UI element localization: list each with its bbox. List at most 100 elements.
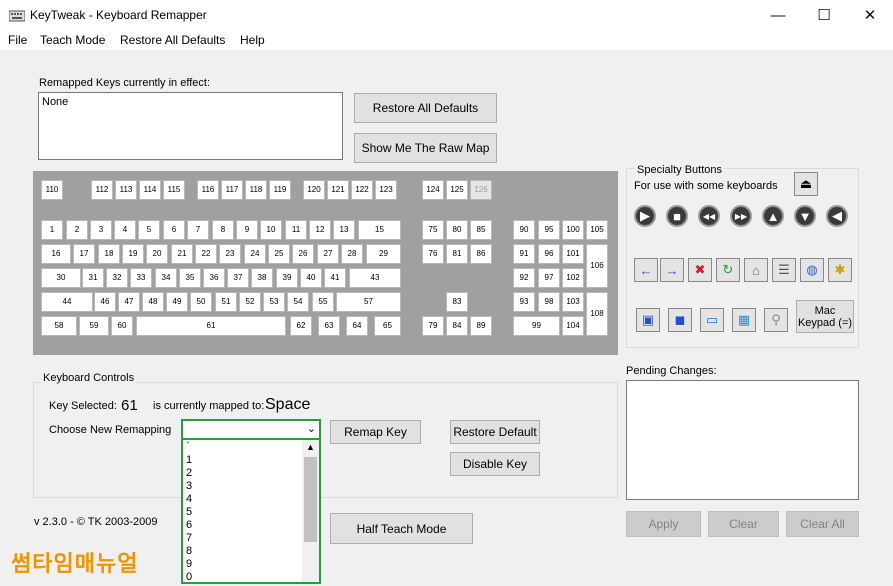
pending-changes-list[interactable] <box>626 380 859 500</box>
key-123[interactable]: 123 <box>375 180 397 200</box>
key-101[interactable]: 101 <box>562 244 584 264</box>
key-32[interactable]: 32 <box>106 268 128 288</box>
key-44[interactable]: 44 <box>41 292 93 312</box>
key-28[interactable]: 28 <box>341 244 363 264</box>
key-11[interactable]: 11 <box>285 220 307 240</box>
key-37[interactable]: 37 <box>227 268 249 288</box>
close-icon[interactable]: ✕ <box>847 0 893 31</box>
fast-forward-icon[interactable]: ▶▶ <box>730 205 752 227</box>
calculator-icon[interactable]: ▦ <box>732 308 756 332</box>
minimize-icon[interactable]: — <box>755 0 801 31</box>
key-95[interactable]: 95 <box>538 220 560 240</box>
dropdown-option[interactable]: 5 <box>186 506 192 519</box>
key-21[interactable]: 21 <box>171 244 193 264</box>
scroll-thumb[interactable] <box>304 457 317 542</box>
dropdown-option[interactable]: 1 <box>186 454 192 467</box>
key-31[interactable]: 31 <box>82 268 104 288</box>
key-97[interactable]: 97 <box>538 268 560 288</box>
menu-teach-mode[interactable]: Teach Mode <box>40 33 105 47</box>
key-24[interactable]: 24 <box>244 244 266 264</box>
key-13[interactable]: 13 <box>333 220 355 240</box>
key-118[interactable]: 118 <box>245 180 267 200</box>
apply-button[interactable]: Apply <box>626 511 701 537</box>
key-30[interactable]: 30 <box>41 268 81 288</box>
favorites-icon[interactable]: ☰ <box>772 258 796 282</box>
key-85[interactable]: 85 <box>470 220 492 240</box>
stop-icon[interactable]: ■ <box>666 205 688 227</box>
search-magnifier-icon[interactable]: ⚲ <box>764 308 788 332</box>
key-58[interactable]: 58 <box>41 316 77 336</box>
web-globe-icon[interactable]: ◍ <box>800 258 824 282</box>
play-icon[interactable]: ▶ <box>634 205 656 227</box>
key-39[interactable]: 39 <box>276 268 298 288</box>
disable-key-button[interactable]: Disable Key <box>450 452 540 476</box>
key-15[interactable]: 15 <box>358 220 401 240</box>
key-96[interactable]: 96 <box>538 244 560 264</box>
dropdown-option[interactable]: ` <box>186 441 190 454</box>
key-29[interactable]: 29 <box>366 244 401 264</box>
key-106[interactable]: 106 <box>586 244 608 288</box>
key-10[interactable]: 10 <box>260 220 282 240</box>
key-62[interactable]: 62 <box>290 316 312 336</box>
refresh-icon[interactable]: ↻ <box>716 258 740 282</box>
key-98[interactable]: 98 <box>538 292 560 312</box>
key-112[interactable]: 112 <box>91 180 113 200</box>
key-7[interactable]: 7 <box>187 220 209 240</box>
key-89[interactable]: 89 <box>470 316 492 336</box>
dropdown-scrollbar[interactable]: ▲ <box>302 440 319 582</box>
key-84[interactable]: 84 <box>446 316 468 336</box>
key-41[interactable]: 41 <box>324 268 346 288</box>
key-83[interactable]: 83 <box>446 292 468 312</box>
key-64[interactable]: 64 <box>346 316 368 336</box>
scroll-up-icon[interactable]: ▲ <box>302 440 319 455</box>
dropdown-option[interactable]: 6 <box>186 519 192 532</box>
home-icon[interactable]: ⌂ <box>744 258 768 282</box>
key-25[interactable]: 25 <box>268 244 290 264</box>
remapped-keys-list[interactable]: None <box>38 92 343 160</box>
computer-icon[interactable]: ▭ <box>700 308 724 332</box>
key-90[interactable]: 90 <box>513 220 535 240</box>
key-116[interactable]: 116 <box>197 180 219 200</box>
key-3[interactable]: 3 <box>90 220 112 240</box>
key-23[interactable]: 23 <box>219 244 241 264</box>
key-51[interactable]: 51 <box>215 292 237 312</box>
key-99[interactable]: 99 <box>513 316 560 336</box>
key-122[interactable]: 122 <box>351 180 373 200</box>
key-80[interactable]: 80 <box>446 220 468 240</box>
key-1[interactable]: 1 <box>41 220 63 240</box>
key-92[interactable]: 92 <box>513 268 535 288</box>
key-6[interactable]: 6 <box>163 220 185 240</box>
clear-all-button[interactable]: Clear All <box>786 511 859 537</box>
remapping-dropdown-list[interactable]: ` 1 2 3 4 5 6 7 8 9 0 ▲ <box>181 440 321 584</box>
starburst-icon[interactable]: ✱ <box>828 258 852 282</box>
key-102[interactable]: 102 <box>562 268 584 288</box>
key-60[interactable]: 60 <box>111 316 133 336</box>
menu-restore-all-defaults[interactable]: Restore All Defaults <box>120 33 225 47</box>
key-40[interactable]: 40 <box>300 268 322 288</box>
stop-x-icon[interactable]: ✖ <box>688 258 712 282</box>
restore-default-button[interactable]: Restore Default <box>450 420 540 444</box>
menu-file[interactable]: File <box>8 33 27 47</box>
clear-button[interactable]: Clear <box>708 511 779 537</box>
key-108[interactable]: 108 <box>586 292 608 336</box>
chevron-down-icon[interactable]: ⌄ <box>307 422 316 435</box>
key-36[interactable]: 36 <box>203 268 225 288</box>
key-50[interactable]: 50 <box>190 292 212 312</box>
key-53[interactable]: 53 <box>263 292 285 312</box>
key-63[interactable]: 63 <box>318 316 340 336</box>
rewind-icon[interactable]: ◀◀ <box>698 205 720 227</box>
key-65[interactable]: 65 <box>374 316 401 336</box>
key-16[interactable]: 16 <box>41 244 71 264</box>
key-126[interactable]: 126 <box>470 180 492 200</box>
key-114[interactable]: 114 <box>139 180 161 200</box>
key-12[interactable]: 12 <box>309 220 331 240</box>
back-arrow-icon[interactable]: ← <box>634 258 658 282</box>
key-110[interactable]: 110 <box>41 180 63 200</box>
key-52[interactable]: 52 <box>239 292 261 312</box>
key-115[interactable]: 115 <box>163 180 185 200</box>
dropdown-option[interactable]: 9 <box>186 558 192 571</box>
dropdown-option[interactable]: 3 <box>186 480 192 493</box>
key-34[interactable]: 34 <box>155 268 177 288</box>
key-8[interactable]: 8 <box>212 220 234 240</box>
key-93[interactable]: 93 <box>513 292 535 312</box>
